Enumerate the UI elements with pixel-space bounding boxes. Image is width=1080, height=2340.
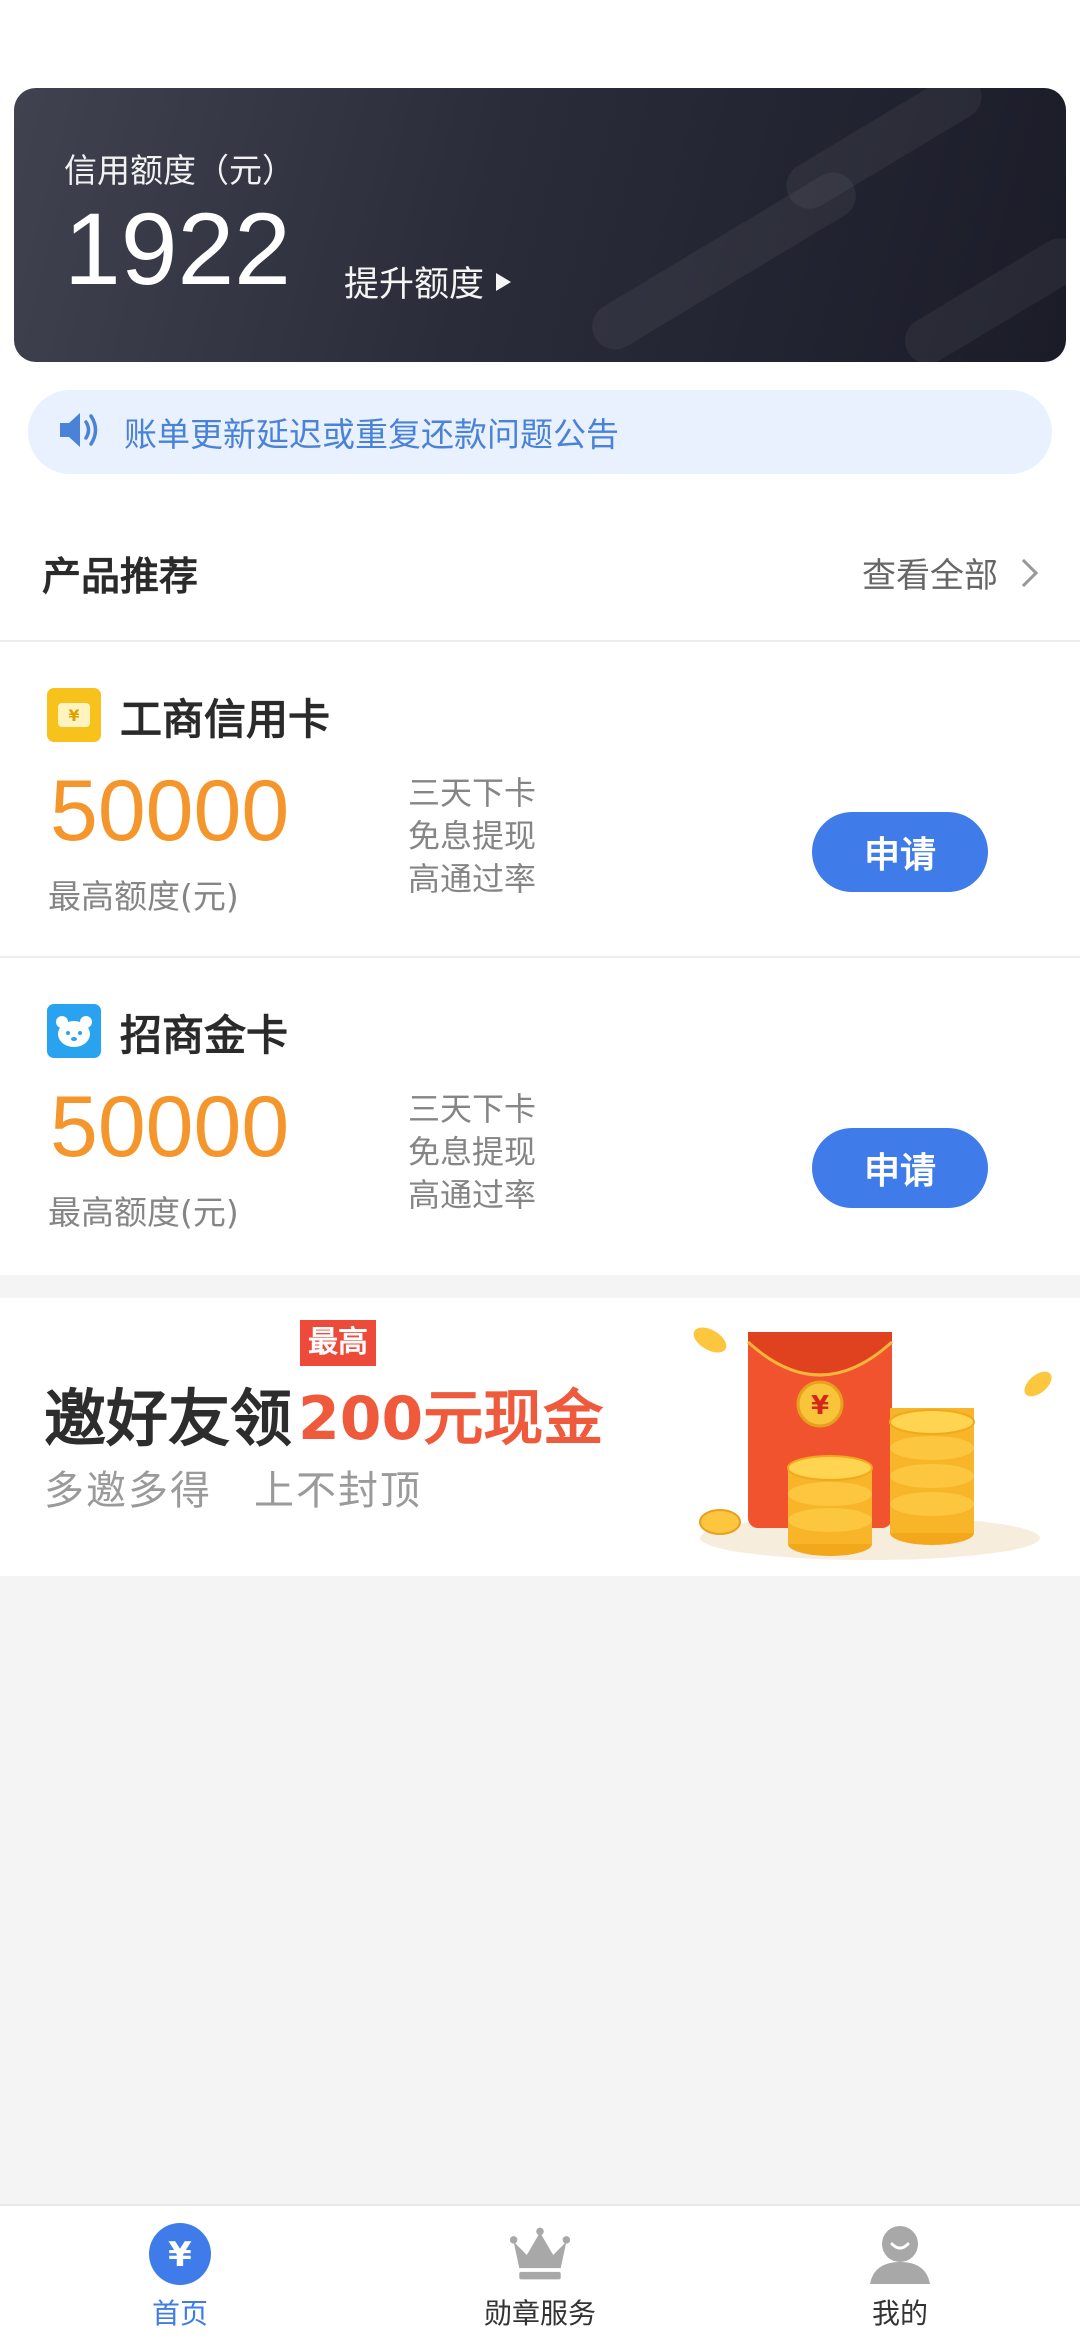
svg-text:¥: ¥ xyxy=(68,706,79,725)
product-features: 三天下卡 免息提现 高通过率 xyxy=(408,1088,536,1217)
product-card[interactable]: ¥ 工商信用卡 50000 最高额度(元) 三天下卡 免息提现 高通过率 申请 xyxy=(0,642,1080,956)
card-decoration xyxy=(583,164,865,358)
product-feature: 免息提现 xyxy=(408,1133,537,1171)
nav-item-medal-service[interactable]: 勋章服务 xyxy=(420,2206,660,2340)
chevron-right-icon xyxy=(1009,558,1039,587)
play-arrow-icon xyxy=(496,272,512,291)
credit-limit-title: 信用额度（元） xyxy=(64,151,295,190)
raise-limit-label: 提升额度 xyxy=(344,265,485,305)
product-feature: 三天下卡 xyxy=(408,1090,537,1128)
credit-limit-amount: 1922 xyxy=(64,192,291,306)
banner-highlight: 200元现金 xyxy=(298,1384,604,1454)
apply-button[interactable]: 申请 xyxy=(812,812,988,892)
products-section-header: 产品推荐 查看全部 xyxy=(0,538,1080,604)
product-amount-label: 最高额度(元) xyxy=(48,1193,239,1232)
product-feature: 高通过率 xyxy=(408,860,537,898)
product-name: 招商金卡 xyxy=(120,1011,289,1060)
notice-text: 账单更新延迟或重复还款问题公告 xyxy=(124,415,619,454)
bear-face-icon xyxy=(47,1004,101,1058)
svg-text:¥: ¥ xyxy=(168,2235,192,2275)
apply-button[interactable]: 申请 xyxy=(812,1128,988,1208)
nav-item-mine[interactable]: 我的 xyxy=(780,2206,1020,2340)
nav-label: 首页 xyxy=(151,2297,208,2330)
crown-icon xyxy=(508,2222,572,2286)
product-feature: 三天下卡 xyxy=(408,774,537,812)
nav-label: 勋章服务 xyxy=(483,2297,596,2330)
banner-title: 邀好友领 xyxy=(44,1382,293,1455)
banner-badge: 最高 xyxy=(300,1320,376,1366)
view-all-link[interactable]: 查看全部 xyxy=(862,548,1039,597)
product-name: 工商信用卡 xyxy=(120,695,331,744)
view-all-label: 查看全部 xyxy=(862,556,998,596)
invite-banner[interactable]: 邀好友领 最高 200元现金 多邀多得 上不封顶 ¥ xyxy=(0,1298,1080,1576)
credit-limit-card[interactable]: 信用额度（元） 1922 提升额度 xyxy=(14,88,1066,362)
nav-item-home[interactable]: ¥ 首页 xyxy=(60,2206,300,2340)
speaker-icon xyxy=(58,410,104,454)
card-decoration xyxy=(896,229,1066,362)
svg-text:¥: ¥ xyxy=(811,1391,829,1421)
user-avatar-icon xyxy=(868,2222,932,2286)
product-features: 三天下卡 免息提现 高通过率 xyxy=(408,772,536,901)
product-max-amount: 50000 xyxy=(50,1079,290,1175)
product-card[interactable]: 招商金卡 50000 最高额度(元) 三天下卡 免息提现 高通过率 申请 xyxy=(0,958,1080,1272)
bottom-nav: ¥ 首页 勋章服务 我的 xyxy=(0,2204,1080,2340)
section-title: 产品推荐 xyxy=(42,555,199,600)
notice-bar[interactable]: 账单更新延迟或重复还款问题公告 xyxy=(28,390,1052,474)
yuan-circle-icon: ¥ xyxy=(148,2222,212,2286)
yuan-card-icon: ¥ xyxy=(47,688,101,742)
product-max-amount: 50000 xyxy=(50,763,290,859)
product-feature: 高通过率 xyxy=(408,1176,537,1214)
red-envelope-coins-icon: ¥ xyxy=(640,1298,1080,1576)
product-amount-label: 最高额度(元) xyxy=(48,877,239,916)
nav-label: 我的 xyxy=(871,2297,928,2330)
raise-limit-link[interactable]: 提升额度 xyxy=(344,256,512,307)
product-feature: 免息提现 xyxy=(408,817,537,855)
banner-subtitle: 多邀多得 上不封顶 xyxy=(44,1468,422,1514)
